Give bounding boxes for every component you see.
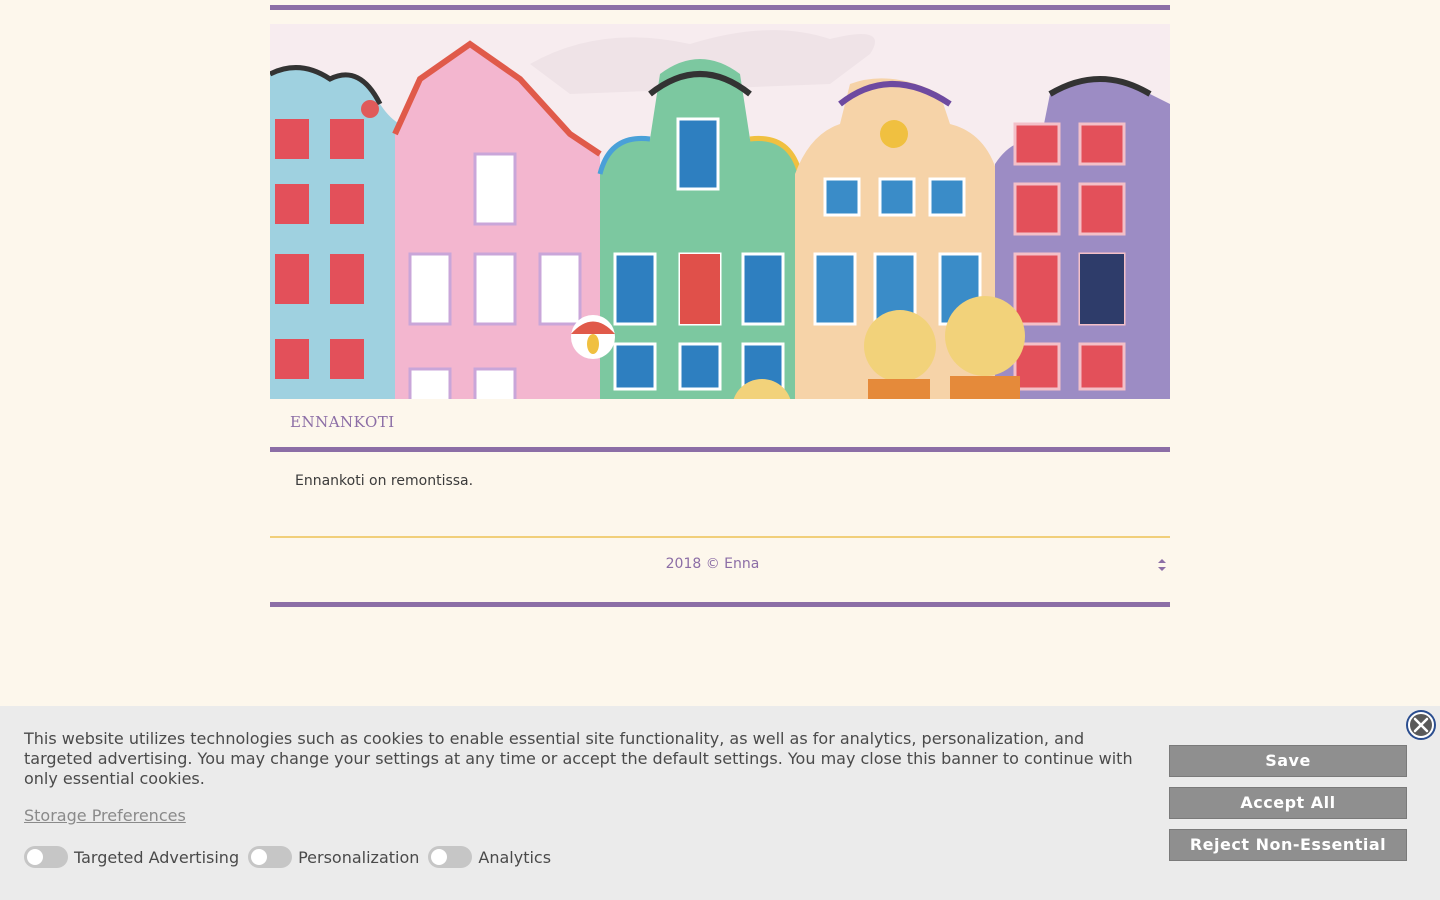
reject-non-essential-button[interactable]: Reject Non-Essential — [1169, 829, 1407, 861]
toggle-knob — [27, 849, 43, 865]
save-button[interactable]: Save — [1169, 745, 1407, 777]
toggle-label-analytics: Analytics — [478, 847, 552, 867]
footer-divider-top — [270, 536, 1170, 538]
storage-preferences-link[interactable]: Storage Preferences — [24, 806, 186, 825]
header-illustration — [270, 24, 1170, 399]
footer-copyright: 2018 © Enna — [665, 556, 760, 572]
toggle-knob — [251, 849, 268, 865]
cookie-banner: This website utilizes technologies such … — [0, 706, 1440, 900]
consent-toggles: Targeted Advertising Personalization Ana… — [24, 846, 560, 868]
toggle-personalization[interactable] — [248, 846, 293, 868]
accept-all-button[interactable]: Accept All — [1169, 787, 1407, 819]
houses-illustration — [270, 24, 1170, 399]
toggle-targeted-advertising[interactable] — [24, 846, 68, 868]
nav-divider — [270, 447, 1170, 452]
nav-link-home[interactable]: ENNANKOTI — [290, 413, 395, 431]
up-down-arrows-icon[interactable] — [1156, 556, 1168, 574]
site-navigation: ENNANKOTI — [270, 399, 1170, 447]
toggle-analytics[interactable] — [428, 846, 473, 868]
main-content-text: Ennankoti on remontissa. — [295, 473, 474, 489]
footer-divider-bottom — [270, 602, 1170, 607]
cookie-message: This website utilizes technologies such … — [24, 729, 1133, 788]
toggle-knob — [431, 849, 448, 865]
close-icon[interactable] — [1404, 708, 1438, 742]
toggle-label-personalization: Personalization — [298, 847, 420, 867]
top-divider — [270, 5, 1170, 10]
toggle-label-targeted-advertising: Targeted Advertising — [74, 847, 240, 867]
